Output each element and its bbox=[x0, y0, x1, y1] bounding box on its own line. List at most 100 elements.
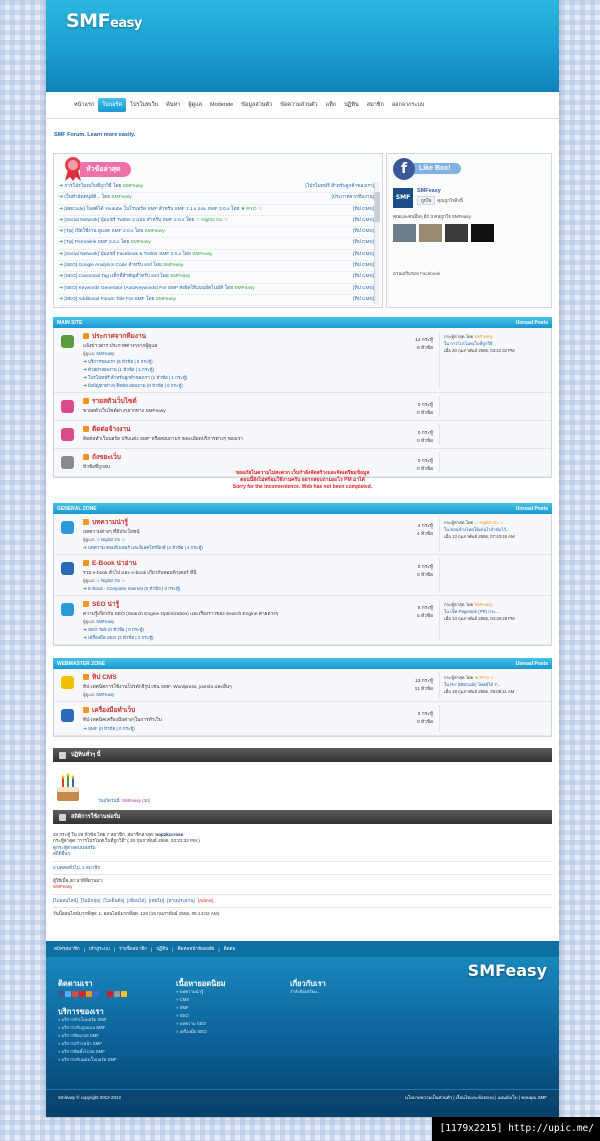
board-status-icon[interactable] bbox=[54, 396, 80, 417]
unread-posts-link[interactable]: Unread Posts bbox=[516, 320, 548, 326]
liker-avatar[interactable] bbox=[445, 224, 468, 242]
nav-item[interactable]: ในบอร์ด bbox=[98, 98, 127, 112]
footer-link[interactable]: » บทความ SEO bbox=[176, 1020, 226, 1028]
footer-link[interactable]: » บริการปรับรูปแบบ SMF bbox=[58, 1024, 127, 1032]
board-title[interactable]: ติดต่อจ้างงาน bbox=[83, 424, 384, 434]
board-title[interactable]: ทิป CMS bbox=[83, 672, 384, 682]
member-group-link[interactable]: [ไม่มีกลุ่ม] bbox=[81, 898, 101, 903]
category-name[interactable]: WEBMASTER ZONE bbox=[57, 661, 105, 667]
footer-logo[interactable]: SMFeasy bbox=[468, 961, 547, 980]
footer-top-link[interactable]: ติดต่อหน้าข้อสงสัย bbox=[177, 946, 214, 953]
unread-posts-link[interactable]: Unread Posts bbox=[516, 506, 548, 512]
rss-icon[interactable] bbox=[83, 601, 89, 607]
topic-author[interactable]: SMFeasy bbox=[131, 240, 151, 245]
rss-icon[interactable] bbox=[83, 426, 89, 432]
rss-icon[interactable] bbox=[83, 398, 89, 404]
moderator-link[interactable]: SMFeasy bbox=[96, 351, 114, 356]
active-user[interactable]: SMFeasy bbox=[53, 884, 552, 890]
topic-link[interactable]: ➔ [BBCode] โพสต์ได้ Youtube ในโรบอร์ด SM… bbox=[59, 205, 262, 215]
board-status-icon[interactable] bbox=[54, 599, 80, 641]
board-title[interactable]: บทความน่ารู้ bbox=[83, 517, 384, 527]
member-group-link[interactable]: [Admin] bbox=[198, 898, 214, 903]
liker-avatar[interactable] bbox=[471, 224, 494, 242]
rss-icon[interactable] bbox=[83, 560, 89, 566]
nav-item[interactable]: ข้อความส่วนตัว bbox=[276, 98, 321, 112]
member-group-link[interactable]: [เทพไม่] bbox=[149, 898, 165, 903]
last-post-author[interactable]: ☆ Nightz Oo ☆ bbox=[475, 520, 504, 525]
last-post-link[interactable]: ใน ค่อนข้างโหดให้เด่นไวกำนับไว้... bbox=[444, 526, 551, 533]
tagline[interactable]: SMF Forum. Learn more easily. bbox=[54, 132, 135, 138]
board-title[interactable]: ประกาศจากทีมงาน bbox=[83, 331, 384, 341]
footer-link[interactable]: » บริการติดตั้งโปรด SMF bbox=[58, 1048, 127, 1056]
last-post-author[interactable]: ★ RYO ☆ bbox=[475, 675, 494, 680]
child-board-link[interactable]: ➔ SEO Talk (0 หัวข้อ | 0 กระทู้) bbox=[83, 626, 384, 633]
page-avatar[interactable]: SMF bbox=[393, 188, 413, 208]
board-status-icon[interactable] bbox=[54, 558, 80, 592]
footer-link[interactable]: » บริการปรับแต่งเว็บบอร์ด SMF bbox=[58, 1056, 127, 1064]
board-status-icon[interactable] bbox=[54, 672, 80, 698]
topic-author[interactable]: SMFeasy bbox=[123, 184, 143, 189]
topic-link[interactable]: ➔ [Tip] เปิดใช้งาน ดูแลด SMF 2.0.x โดย S… bbox=[59, 227, 165, 237]
rss-icon[interactable] bbox=[83, 674, 89, 680]
board-title[interactable]: SEO น่ารู้ bbox=[83, 599, 384, 609]
topic-author[interactable]: SMFeasy bbox=[111, 195, 131, 200]
footer-bottom-links[interactable]: นโยบายความเป็นส่วนตัว | เงื่อนไขและข้อตก… bbox=[405, 1094, 547, 1101]
member-group-link[interactable]: [ท่านประธาน] bbox=[167, 898, 195, 903]
nav-item[interactable]: แท็ก bbox=[322, 98, 341, 112]
topic-board[interactable]: [ทิป CMS] bbox=[349, 238, 374, 248]
topic-author[interactable]: SMFeasy bbox=[192, 252, 212, 257]
category-name[interactable]: GENERAL ZONE bbox=[57, 506, 97, 512]
footer-link[interactable]: » บทความน่ารู้ bbox=[176, 988, 226, 996]
footer-top-link[interactable]: สมัครสมาชิก bbox=[54, 946, 80, 953]
topic-board[interactable]: [ประกาศจากทีมงาน] bbox=[327, 193, 374, 203]
liker-avatar[interactable] bbox=[393, 224, 416, 242]
topic-link[interactable]: ➔ [Social Network] ปุ่มแชร์ Facebook & T… bbox=[59, 250, 212, 260]
topic-board[interactable]: [ทิป CMS] bbox=[349, 261, 374, 271]
online-users-link[interactable]: 0 บุคคลทั่วไป, 1 สมาชิก bbox=[53, 865, 100, 870]
nav-item[interactable]: ค้นหา bbox=[162, 98, 184, 112]
topic-link[interactable]: ➔ [SEO] Canonical Tag แท็กที่สำคัญสำหรับ… bbox=[59, 272, 190, 282]
topic-author[interactable]: SMFeasy bbox=[170, 274, 190, 279]
bookmark-icon[interactable] bbox=[121, 991, 127, 997]
last-post-link[interactable]: ใน การโปรโมทเว็บที่ถูกวิธี bbox=[444, 340, 551, 347]
topic-board[interactable]: [ทิป CMS] bbox=[349, 250, 374, 260]
linkedin-icon[interactable] bbox=[100, 991, 106, 997]
last-post-author[interactable]: SMFeasy bbox=[475, 334, 493, 339]
child-board-link[interactable]: ➔ SMF (0 หัวข้อ | 0 กระทู้) bbox=[83, 725, 384, 732]
board-status-icon[interactable] bbox=[54, 424, 80, 445]
nav-item[interactable]: หน้าแรก bbox=[70, 98, 98, 112]
topic-author[interactable]: SMFeasy bbox=[163, 263, 183, 268]
delicious-icon[interactable] bbox=[93, 991, 99, 997]
birthday-user[interactable]: SMFeasy (30) bbox=[122, 798, 150, 803]
rss-icon[interactable] bbox=[83, 454, 89, 460]
footer-link[interactable]: » บริการติดเกรด SMF bbox=[58, 1032, 127, 1040]
board-status-icon[interactable] bbox=[54, 705, 80, 732]
moderator-link[interactable]: ☆ Nightz Oo ☆ bbox=[96, 578, 125, 583]
topic-board[interactable]: [โปรโมทฟรี สำหรับลูกค้าของเรา] bbox=[301, 182, 374, 192]
board-title[interactable]: E-Book น่าอ่าน bbox=[83, 558, 384, 568]
board-status-icon[interactable] bbox=[54, 331, 80, 389]
topic-link[interactable]: ➔ [Social Network] ปุ่มแชร์ Twitter 2 แบ… bbox=[59, 216, 228, 226]
topic-author[interactable]: SMFeasy bbox=[234, 286, 254, 291]
youtube-icon[interactable] bbox=[79, 991, 85, 997]
child-board-link[interactable]: ➔ โปรโมทฟรี สำหรับลูกค้าของเรา (1 หัวข้อ… bbox=[83, 374, 384, 381]
topic-board[interactable]: [ทิป CMS] bbox=[349, 284, 374, 294]
facebook-icon[interactable] bbox=[58, 991, 64, 997]
topic-board[interactable]: [ทิป CMS] bbox=[349, 272, 374, 282]
board-title[interactable]: รายสตัวเว็บไซต์ bbox=[83, 396, 384, 406]
footer-top-link[interactable]: ปฏิทิน bbox=[156, 946, 168, 953]
member-group-link[interactable]: [ไม่ออนไลน์] bbox=[53, 898, 78, 903]
rss-icon[interactable] bbox=[86, 991, 92, 997]
footer-link[interactable]: » บริการสร้างหน้า SMF bbox=[58, 1040, 127, 1048]
child-board-link[interactable]: ➔ E-Book - Computer Internet (0 หัวข้อ |… bbox=[83, 585, 384, 592]
topic-link[interactable]: ➔ [SEO] Additional Forum Title For SMF โ… bbox=[59, 295, 176, 305]
nav-item[interactable]: ออกจากระบบ bbox=[388, 98, 428, 112]
footer-link[interactable]: » SMF bbox=[176, 1004, 226, 1012]
footer-top-link[interactable]: ติดต่อ bbox=[224, 946, 236, 953]
footer-link[interactable]: » CMS bbox=[176, 996, 226, 1004]
topic-board[interactable]: [ทิป CMS] bbox=[349, 227, 374, 237]
nav-item[interactable]: ปฏิทิน bbox=[340, 98, 363, 112]
topic-link[interactable]: ➔ การโปรโมทเว็บที่ถูกวิธี โดย SMFeasy bbox=[59, 182, 143, 192]
topic-board[interactable]: [ทิป CMS] bbox=[349, 216, 374, 226]
board-title[interactable]: ถังขยะเว็บ bbox=[83, 452, 384, 462]
